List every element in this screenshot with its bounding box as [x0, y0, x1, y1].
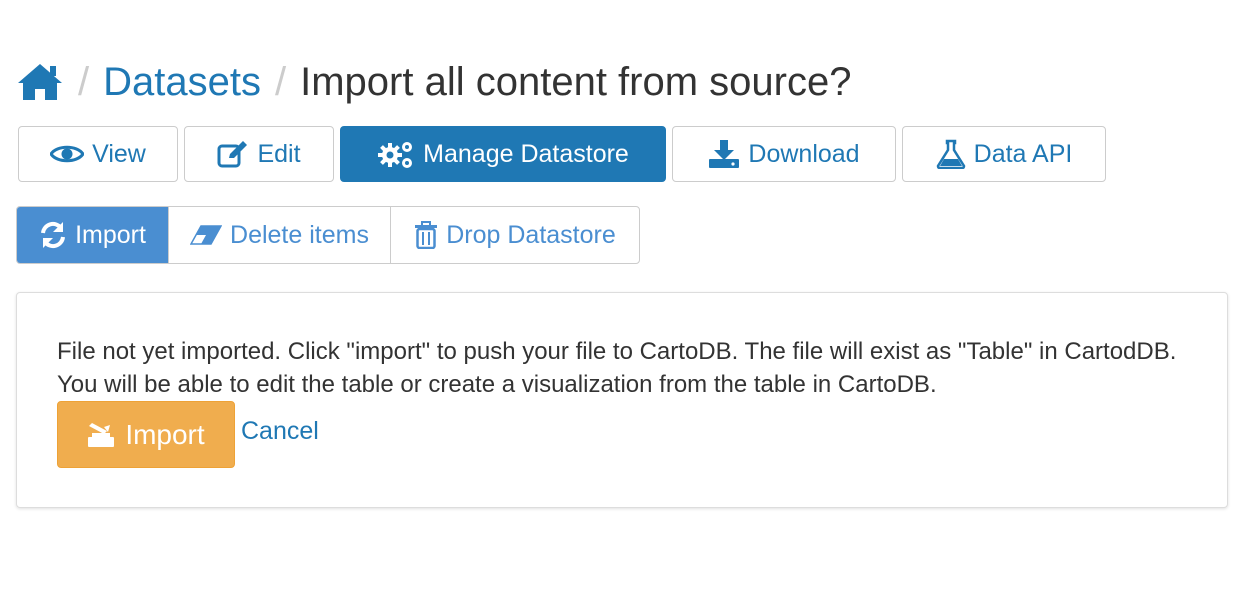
import-panel: File not yet imported. Click "import" to…	[16, 292, 1228, 508]
import-button[interactable]: Import	[57, 401, 235, 468]
import-button-label: Import	[125, 418, 205, 450]
home-icon[interactable]	[16, 62, 64, 102]
download-button[interactable]: Download	[672, 126, 896, 182]
eraser-icon	[190, 225, 223, 245]
page-title: Import all content from source?	[300, 59, 852, 104]
eye-icon	[50, 145, 85, 163]
download-icon	[709, 140, 740, 168]
view-button[interactable]: View	[18, 126, 178, 182]
datastore-actions: Import Delete items Drop Datastore	[16, 206, 640, 264]
data-api-button[interactable]: Data API	[902, 126, 1106, 182]
drop-datastore-tab[interactable]: Drop Datastore	[391, 207, 639, 263]
breadcrumb: / Datasets / Import all content from sou…	[16, 56, 851, 108]
cancel-link[interactable]: Cancel	[241, 417, 319, 446]
breadcrumb-separator: /	[78, 59, 90, 104]
import-message: File not yet imported. Click "import" to…	[57, 338, 1177, 398]
edit-icon	[217, 141, 248, 168]
manage-datastore-button[interactable]: Manage Datastore	[340, 126, 666, 182]
trash-icon	[415, 221, 438, 249]
manage-datastore-label: Manage Datastore	[423, 139, 629, 168]
delete-items-label: Delete items	[230, 220, 369, 249]
view-label: View	[92, 139, 146, 168]
upload-tray-icon	[88, 422, 115, 447]
edit-label: Edit	[257, 139, 301, 168]
import-tab-label: Import	[75, 220, 146, 249]
download-label: Download	[748, 139, 860, 168]
delete-items-tab[interactable]: Delete items	[169, 207, 391, 263]
import-tab[interactable]: Import	[17, 207, 169, 263]
edit-button[interactable]: Edit	[184, 126, 334, 182]
gears-icon	[378, 142, 413, 168]
home-link[interactable]	[16, 62, 64, 102]
breadcrumb-separator: /	[274, 59, 287, 104]
breadcrumb-datasets-link[interactable]: Datasets	[103, 60, 261, 105]
flask-icon	[936, 139, 965, 169]
data-api-label: Data API	[973, 139, 1073, 168]
drop-datastore-label: Drop Datastore	[446, 220, 616, 249]
refresh-icon	[41, 221, 66, 249]
